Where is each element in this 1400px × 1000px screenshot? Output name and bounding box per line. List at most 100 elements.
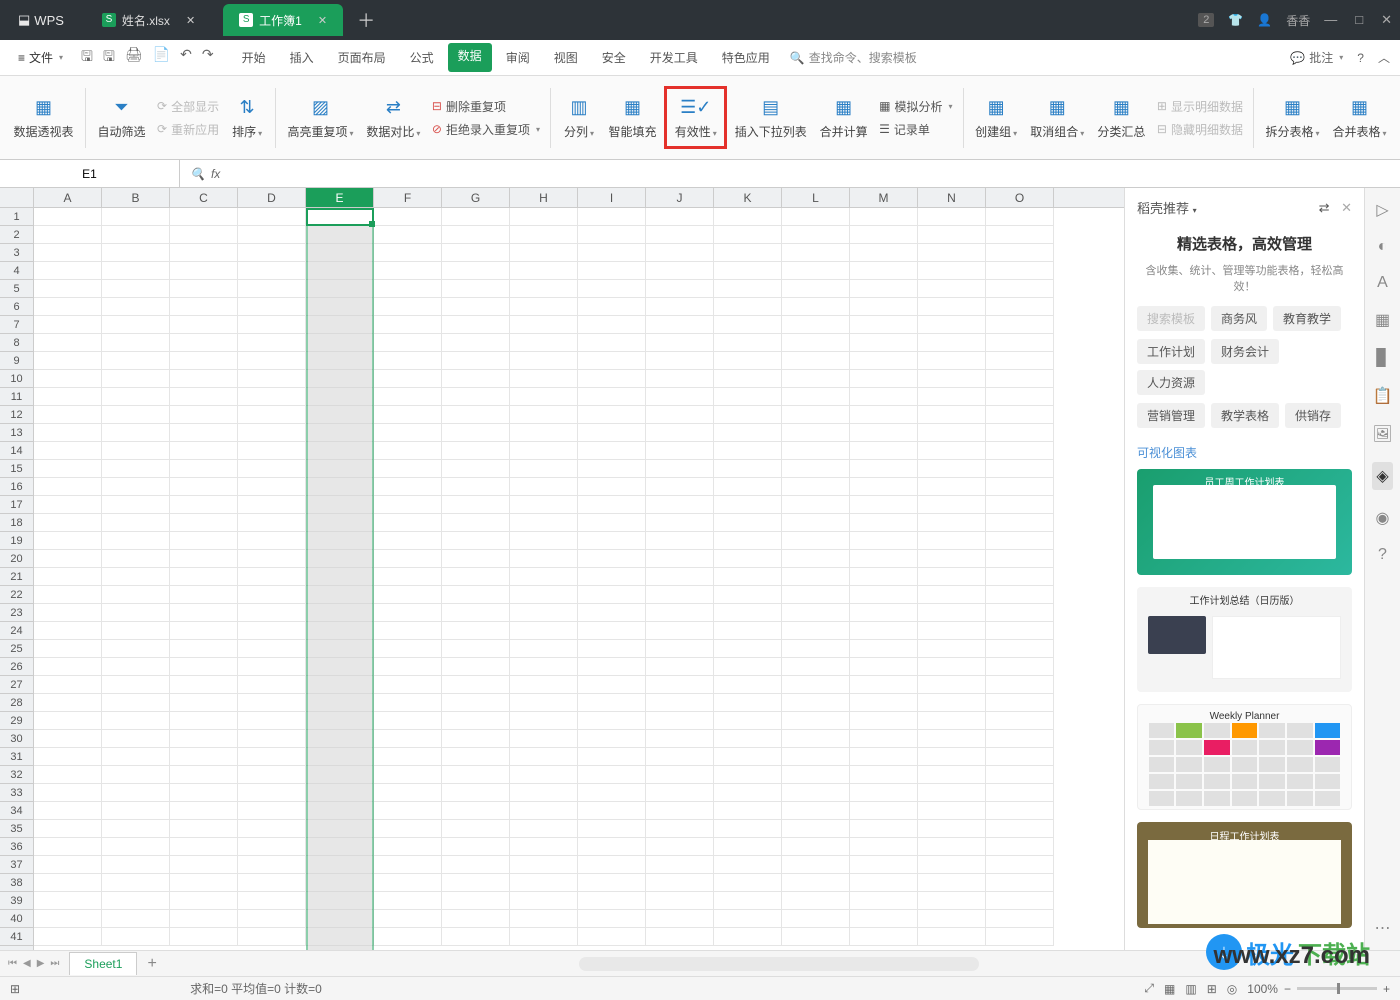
- row-header[interactable]: 19: [0, 532, 33, 550]
- cell[interactable]: [986, 496, 1054, 514]
- cell[interactable]: [306, 676, 374, 694]
- cell[interactable]: [374, 622, 442, 640]
- cell[interactable]: [714, 460, 782, 478]
- cell[interactable]: [986, 874, 1054, 892]
- last-sheet-icon[interactable]: ⏭: [50, 958, 59, 969]
- cell[interactable]: [442, 604, 510, 622]
- cell[interactable]: [578, 406, 646, 424]
- filter-teaching[interactable]: 教学表格: [1211, 403, 1279, 428]
- cell[interactable]: [986, 820, 1054, 838]
- cell[interactable]: [714, 802, 782, 820]
- cell[interactable]: [170, 910, 238, 928]
- cell[interactable]: [102, 244, 170, 262]
- cell[interactable]: [782, 496, 850, 514]
- cell[interactable]: [850, 424, 918, 442]
- cell[interactable]: [102, 406, 170, 424]
- cell[interactable]: [306, 784, 374, 802]
- cell[interactable]: [34, 478, 102, 496]
- cell[interactable]: [578, 550, 646, 568]
- cell[interactable]: [850, 478, 918, 496]
- cell[interactable]: [238, 856, 306, 874]
- close-window-icon[interactable]: ✕: [1381, 12, 1392, 28]
- cell[interactable]: [918, 748, 986, 766]
- cell[interactable]: [918, 640, 986, 658]
- row-header[interactable]: 16: [0, 478, 33, 496]
- cell[interactable]: [374, 874, 442, 892]
- save-as-icon[interactable]: 🖫: [103, 46, 115, 70]
- cell[interactable]: [578, 370, 646, 388]
- show-all-button[interactable]: ⟳全部显示: [153, 96, 223, 117]
- record-form-button[interactable]: ☰记录单: [875, 119, 956, 140]
- cell[interactable]: [714, 622, 782, 640]
- cell[interactable]: [102, 370, 170, 388]
- cell[interactable]: [850, 748, 918, 766]
- cell[interactable]: [374, 442, 442, 460]
- cell[interactable]: [986, 604, 1054, 622]
- cell[interactable]: [918, 262, 986, 280]
- cell[interactable]: [986, 640, 1054, 658]
- cell[interactable]: [986, 730, 1054, 748]
- cell[interactable]: [646, 496, 714, 514]
- filter-supply[interactable]: 供销存: [1285, 403, 1341, 428]
- cell[interactable]: [238, 478, 306, 496]
- cell[interactable]: [442, 676, 510, 694]
- cell[interactable]: [170, 298, 238, 316]
- cell[interactable]: [442, 910, 510, 928]
- cell[interactable]: [850, 460, 918, 478]
- cell[interactable]: [170, 280, 238, 298]
- template-tool-icon[interactable]: ◈: [1372, 462, 1392, 490]
- row-header[interactable]: 23: [0, 604, 33, 622]
- more-icon[interactable]: ⋯: [1375, 918, 1391, 938]
- cell[interactable]: [918, 442, 986, 460]
- cell[interactable]: [238, 460, 306, 478]
- cell[interactable]: [782, 694, 850, 712]
- cell[interactable]: [578, 928, 646, 946]
- close-icon[interactable]: ✕: [318, 14, 327, 27]
- cell[interactable]: [238, 514, 306, 532]
- cell[interactable]: [102, 892, 170, 910]
- cell[interactable]: [986, 748, 1054, 766]
- cell[interactable]: [510, 514, 578, 532]
- status-mode-icon[interactable]: ⊞: [10, 982, 20, 996]
- cell[interactable]: [578, 316, 646, 334]
- cell[interactable]: [918, 586, 986, 604]
- cell[interactable]: [34, 802, 102, 820]
- cell[interactable]: [850, 622, 918, 640]
- cell[interactable]: [238, 676, 306, 694]
- cell[interactable]: [714, 910, 782, 928]
- cell[interactable]: [578, 640, 646, 658]
- cell[interactable]: [646, 406, 714, 424]
- row-header[interactable]: 2: [0, 226, 33, 244]
- cell[interactable]: [510, 550, 578, 568]
- cell[interactable]: [918, 730, 986, 748]
- column-header-B[interactable]: B: [102, 188, 170, 207]
- template-card-3[interactable]: Weekly Planner: [1137, 704, 1352, 810]
- cell[interactable]: [510, 604, 578, 622]
- cell[interactable]: [170, 856, 238, 874]
- row-header[interactable]: 12: [0, 406, 33, 424]
- cell[interactable]: [714, 658, 782, 676]
- cell[interactable]: [102, 514, 170, 532]
- cell[interactable]: [442, 928, 510, 946]
- cell[interactable]: [918, 478, 986, 496]
- cell[interactable]: [34, 784, 102, 802]
- cell[interactable]: [170, 424, 238, 442]
- cell[interactable]: [102, 568, 170, 586]
- cell[interactable]: [442, 460, 510, 478]
- cell[interactable]: [646, 622, 714, 640]
- cell[interactable]: [918, 244, 986, 262]
- cell[interactable]: [442, 622, 510, 640]
- cell[interactable]: [34, 370, 102, 388]
- cell[interactable]: [918, 694, 986, 712]
- cell[interactable]: [714, 496, 782, 514]
- cell[interactable]: [170, 208, 238, 226]
- cell[interactable]: [102, 208, 170, 226]
- cell[interactable]: [34, 406, 102, 424]
- row-header[interactable]: 28: [0, 694, 33, 712]
- cell[interactable]: [578, 802, 646, 820]
- print-preview-icon[interactable]: 📄: [153, 46, 170, 70]
- cell[interactable]: [34, 568, 102, 586]
- cell[interactable]: [918, 910, 986, 928]
- cell[interactable]: [782, 208, 850, 226]
- row-header[interactable]: 33: [0, 784, 33, 802]
